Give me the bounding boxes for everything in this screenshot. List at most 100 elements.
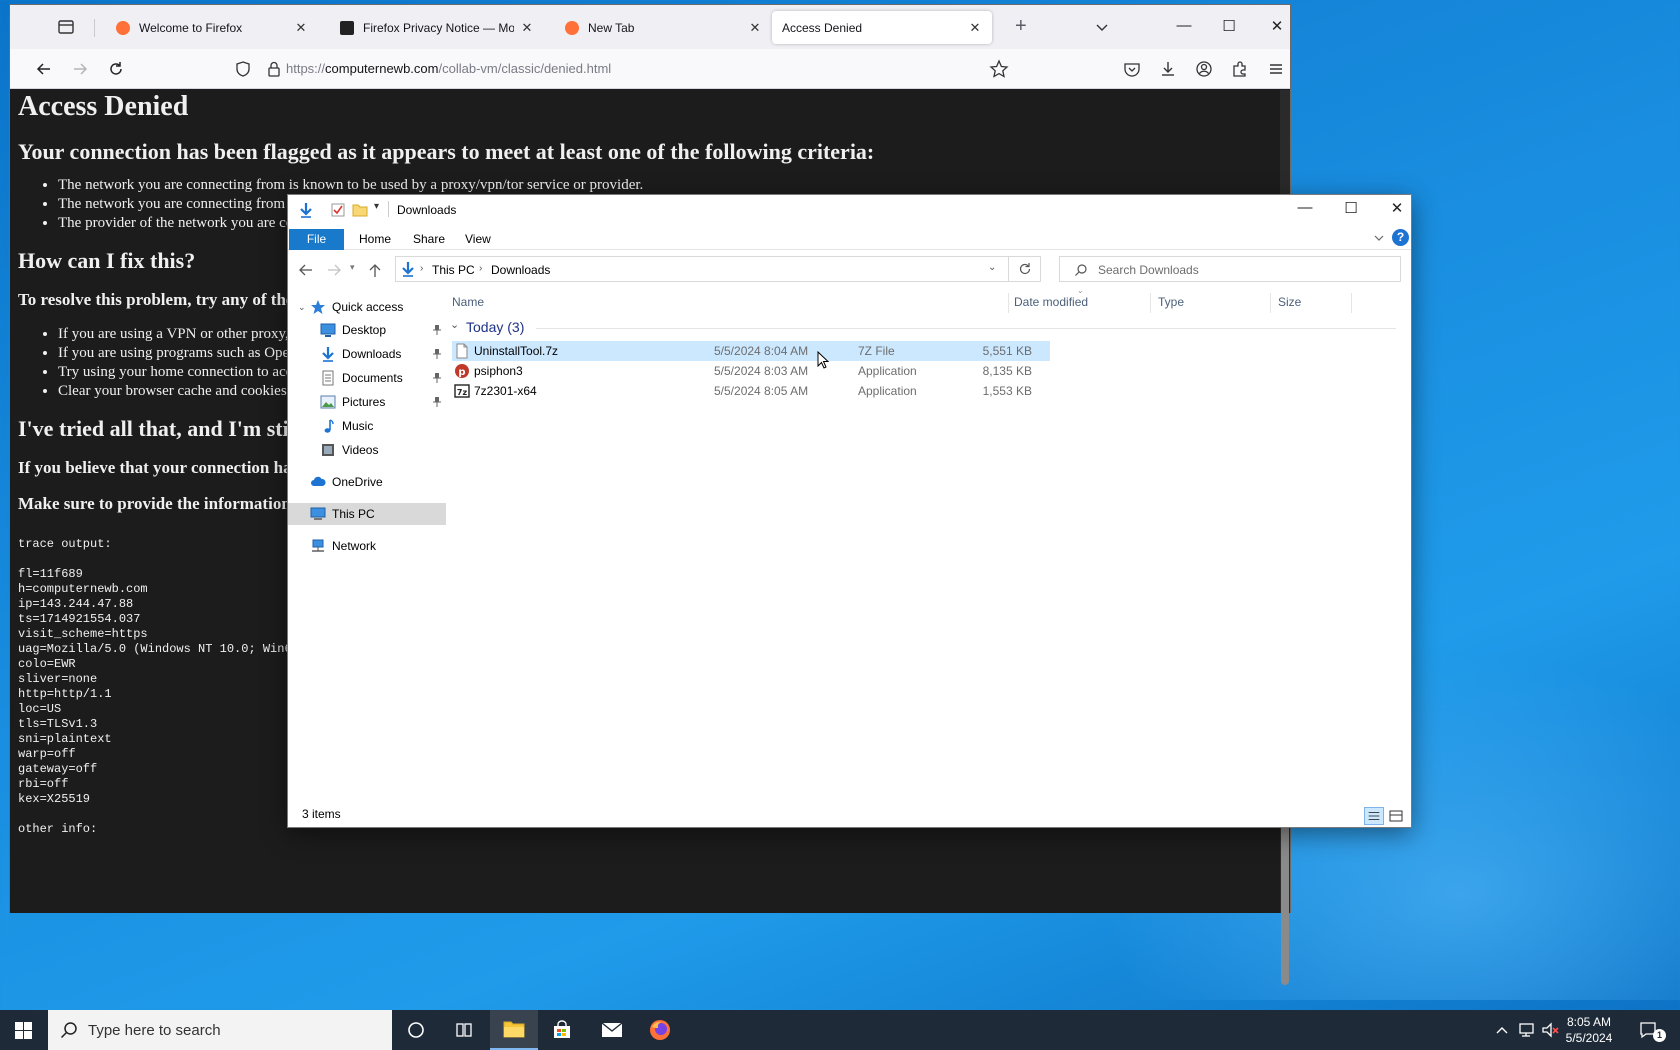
close-tab-icon[interactable]: ✕ [748,20,762,36]
expand-ribbon-icon[interactable] [1373,232,1385,244]
quick-access-dropdown-icon[interactable]: ▾ [374,201,379,212]
minimize-button[interactable]: — [1173,17,1195,37]
nav-network[interactable]: Network [288,535,446,557]
mail-envelope-icon [601,1022,623,1037]
column-separator[interactable] [1270,293,1271,313]
taskbar-microsoft-store[interactable] [538,1010,586,1050]
breadcrumb-this-pc[interactable]: This PC [432,263,475,277]
ribbon-tab-view[interactable]: View [456,229,500,250]
tab-access-denied[interactable]: Access Denied ✕ [772,11,992,44]
column-separator[interactable] [1351,293,1352,313]
show-hidden-icons-chevron-icon[interactable] [1492,1020,1512,1040]
minimize-button[interactable]: — [1294,199,1316,219]
list-item: The network you are connecting from is k… [58,176,1258,195]
file-name: UninstallTool.7z [474,344,559,358]
nav-music[interactable]: Music [288,415,446,437]
chevron-down-icon[interactable] [1094,19,1110,35]
close-tab-icon[interactable]: ✕ [968,20,982,36]
nav-this-pc[interactable]: This PC [288,503,446,525]
new-tab-button[interactable]: + [1015,16,1027,36]
lock-icon[interactable] [266,60,282,78]
action-center-button[interactable]: 1 [1635,1018,1666,1044]
pin-icon[interactable] [432,372,442,384]
forward-arrow-icon[interactable] [70,59,90,79]
pictures-icon [320,395,336,409]
close-window-button[interactable]: ✕ [1266,17,1288,37]
ribbon-tab-home[interactable]: Home [350,229,400,250]
column-separator[interactable] [1008,293,1009,313]
forward-arrow-icon[interactable] [326,263,342,277]
back-arrow-icon[interactable] [34,59,54,79]
list-all-tabs-icon[interactable] [56,17,76,37]
file-row-7z2301[interactable]: 7z 7z2301-x64 5/5/2024 8:05 AM Applicati… [452,381,1050,401]
nav-quick-access[interactable]: ⌄ Quick access [288,296,446,318]
nav-desktop[interactable]: Desktop [288,319,446,341]
window-title: Downloads [397,203,457,217]
taskbar-firefox[interactable] [636,1010,684,1050]
expand-chevron-icon[interactable]: ⌄ [298,302,310,313]
back-arrow-icon[interactable] [298,263,314,277]
file-row-psiphon3[interactable]: p psiphon3 5/5/2024 8:03 AM Application … [452,361,1050,381]
breadcrumb-chevron-icon[interactable]: › [420,263,423,274]
maximize-button[interactable]: ☐ [1340,199,1362,219]
tab-new-tab[interactable]: New Tab ✕ [555,11,772,44]
address-dropdown-icon[interactable]: ⌄ [988,262,996,273]
file-row-uninstalltool[interactable]: UninstallTool.7z 5/5/2024 8:04 AM 7Z Fil… [452,341,1050,361]
new-folder-icon[interactable] [352,203,368,217]
pin-icon[interactable] [432,396,442,408]
properties-checkbox-icon[interactable] [331,203,345,217]
address-bar[interactable]: › This PC › Downloads ⌄ [395,256,1041,282]
tracking-shield-icon[interactable] [234,60,252,78]
nav-label: Quick access [332,300,404,314]
group-header[interactable]: ⌄ Today (3) [448,317,1398,339]
ribbon-tab-share[interactable]: Share [404,229,454,250]
nav-documents[interactable]: Documents [288,367,446,389]
column-header-type[interactable]: Type [1158,290,1184,314]
taskbar-file-explorer[interactable] [490,1010,538,1050]
tab-privacy-notice[interactable]: Firefox Privacy Notice — Mozilla ✕ [330,11,544,44]
up-arrow-icon[interactable] [368,262,382,278]
collapse-chevron-icon[interactable]: ⌄ [450,318,459,331]
nav-pictures[interactable]: Pictures [288,391,446,413]
tab-welcome[interactable]: Welcome to Firefox ✕ [106,11,318,44]
pin-icon[interactable] [432,348,442,360]
ribbon-tab-file[interactable]: File [289,229,344,250]
start-button[interactable] [0,1010,48,1050]
bookmark-star-icon[interactable] [989,59,1009,79]
nav-videos[interactable]: Videos [288,439,446,461]
nav-onedrive[interactable]: OneDrive [288,471,446,493]
network-status-icon[interactable] [1517,1020,1537,1040]
taskbar-search-box[interactable]: Type here to search [48,1010,392,1050]
details-view-icon[interactable] [1364,807,1384,825]
account-icon[interactable] [1194,59,1214,79]
nav-downloads[interactable]: Downloads [288,343,446,365]
url-text[interactable]: https://computernewb.com/collab-vm/class… [286,61,611,76]
taskbar-clock[interactable]: 8:05 AM 5/5/2024 [1555,1014,1623,1046]
file-size: 1,553 KB [982,384,1032,398]
search-input[interactable]: Search Downloads [1059,256,1401,282]
pin-icon[interactable] [432,324,442,336]
cortana-button[interactable] [392,1010,440,1050]
refresh-icon[interactable] [1018,262,1032,276]
column-header-name[interactable]: Name [452,290,484,314]
recent-locations-chevron-icon[interactable]: ▾ [350,262,355,273]
pocket-icon[interactable] [1122,59,1142,79]
column-header-size[interactable]: Size [1278,290,1301,314]
close-window-button[interactable]: ✕ [1386,199,1408,219]
reload-icon[interactable] [106,59,126,79]
downloads-icon[interactable] [1158,59,1178,79]
download-arrow-icon [300,203,312,218]
close-tab-icon[interactable]: ✕ [294,20,308,36]
large-icons-view-icon[interactable] [1386,807,1406,825]
breadcrumb-chevron-icon[interactable]: › [479,263,482,274]
close-tab-icon[interactable]: ✕ [520,20,534,36]
maximize-button[interactable]: ☐ [1218,17,1240,37]
breadcrumb-downloads[interactable]: Downloads [491,263,550,277]
help-icon[interactable]: ? [1392,229,1409,246]
extensions-puzzle-icon[interactable] [1230,59,1250,79]
taskbar-mail[interactable] [588,1010,636,1050]
hamburger-menu-icon[interactable] [1266,59,1286,79]
column-separator[interactable] [1150,293,1151,313]
navigation-pane: ⌄ Quick access Desktop Downloads Documen… [288,290,446,790]
task-view-button[interactable] [440,1010,488,1050]
